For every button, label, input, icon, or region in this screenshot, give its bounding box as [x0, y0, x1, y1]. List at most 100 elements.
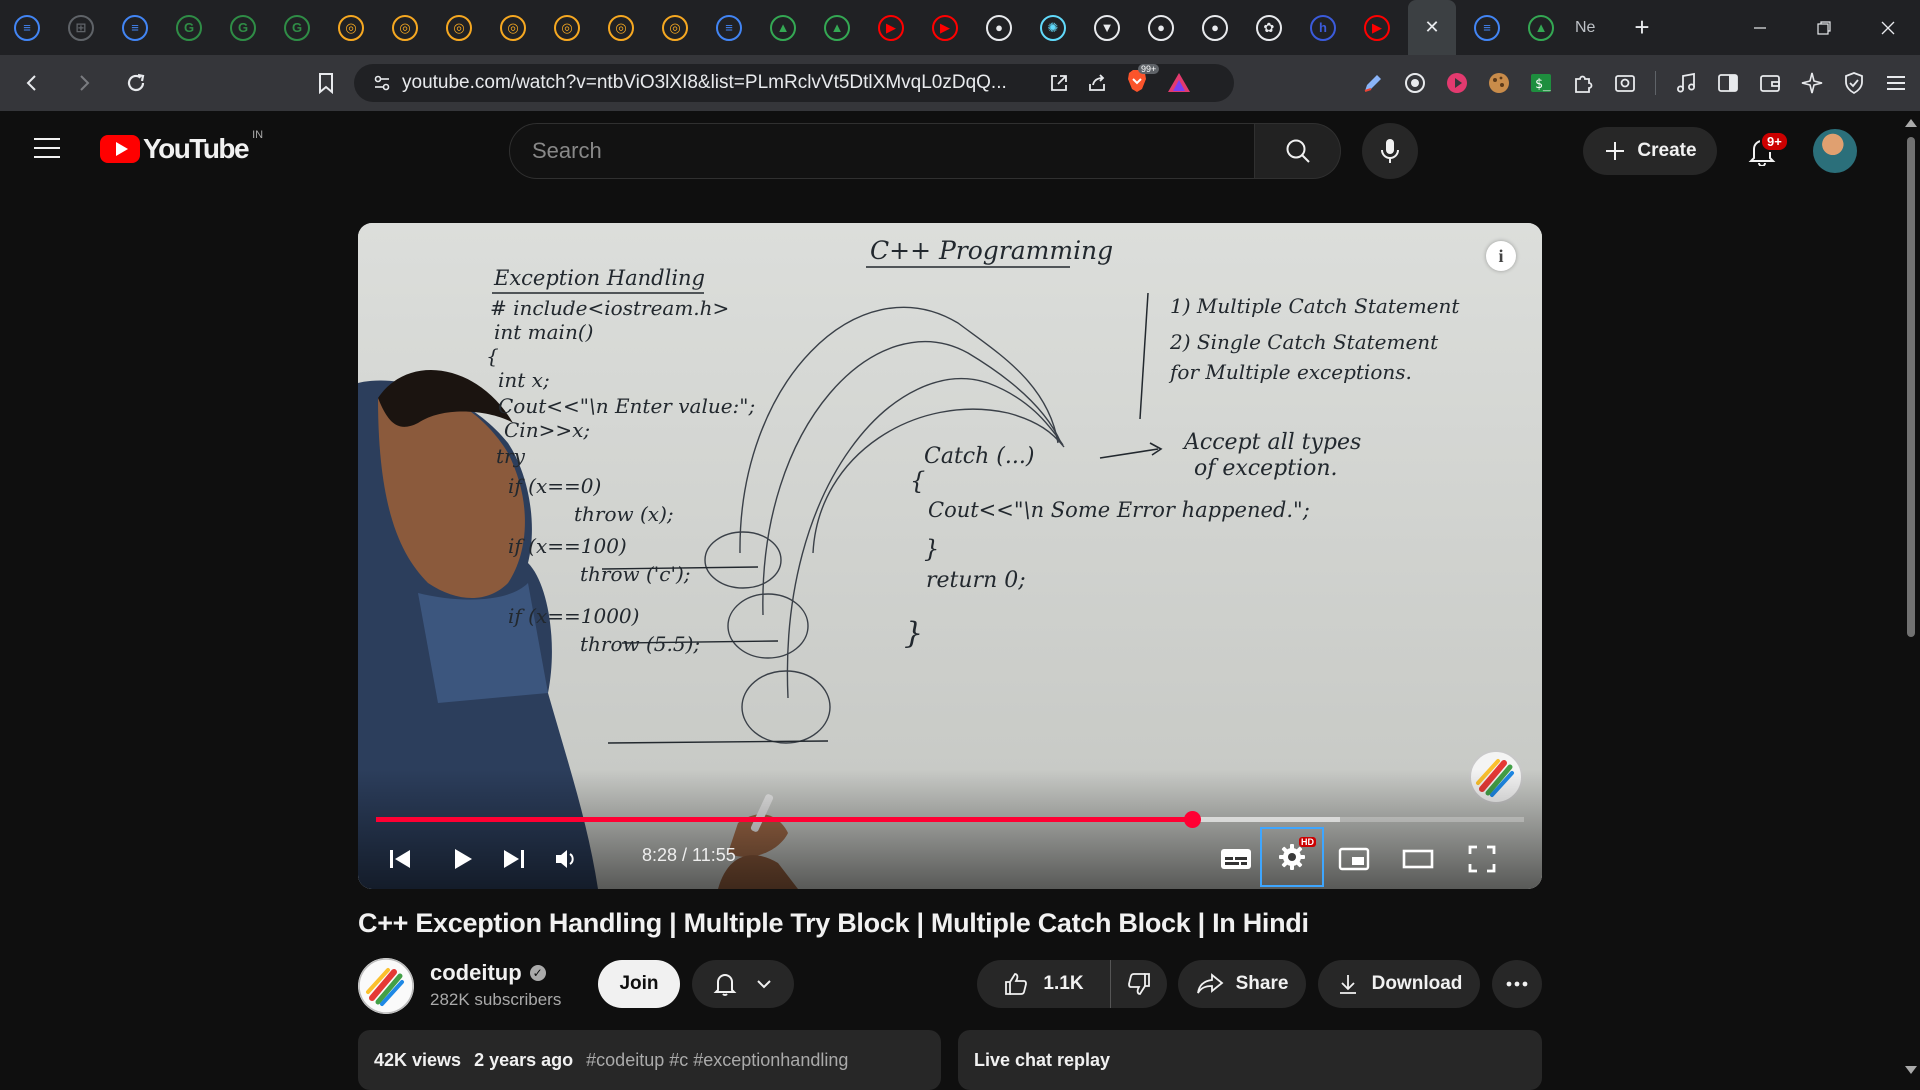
- ext-terminal[interactable]: $_: [1525, 63, 1557, 103]
- guide-menu-icon[interactable]: [34, 138, 60, 158]
- settings-button[interactable]: HD: [1260, 827, 1324, 887]
- new-tab-button[interactable]: +: [1622, 8, 1662, 48]
- hashtags[interactable]: #codeitup #c #exceptionhandling: [586, 1050, 848, 1070]
- browser-tab[interactable]: ▶: [1350, 0, 1404, 55]
- subtitles-button[interactable]: [1210, 833, 1262, 885]
- browser-tab[interactable]: ⊞: [54, 0, 108, 55]
- mute-button[interactable]: [540, 833, 592, 885]
- dislike-button[interactable]: [1111, 960, 1167, 1008]
- forward-button[interactable]: [64, 63, 104, 103]
- scroll-down-arrow-icon[interactable]: [1905, 1066, 1917, 1074]
- leo-ai-button[interactable]: [1796, 63, 1828, 103]
- share-page-icon[interactable]: [1086, 72, 1108, 94]
- ext-pen[interactable]: [1357, 63, 1389, 103]
- minimize-button[interactable]: [1728, 0, 1792, 55]
- browser-tab[interactable]: ●: [972, 0, 1026, 55]
- ext-screenshot[interactable]: [1609, 63, 1641, 103]
- join-button[interactable]: Join: [598, 960, 680, 1008]
- browser-tab[interactable]: ▶: [864, 0, 918, 55]
- play-button[interactable]: [436, 833, 488, 885]
- video-player[interactable]: C++ Programming Exception Handling # inc…: [358, 223, 1542, 889]
- youtube-logo[interactable]: YouTube IN: [100, 129, 263, 165]
- site-info-button[interactable]: [362, 73, 402, 93]
- like-button[interactable]: 1.1K: [977, 960, 1111, 1008]
- download-button[interactable]: Download: [1318, 960, 1480, 1008]
- browser-tab[interactable]: ✺: [1026, 0, 1080, 55]
- browser-tab[interactable]: G: [216, 0, 270, 55]
- back-button[interactable]: [12, 63, 52, 103]
- search-input[interactable]: [509, 123, 1255, 179]
- board-catch-note-2: of exception.: [1194, 456, 1338, 481]
- scroll-up-arrow-icon[interactable]: [1905, 119, 1917, 127]
- progress-bar[interactable]: [376, 811, 1524, 828]
- browser-tab[interactable]: ◎: [486, 0, 540, 55]
- media-button[interactable]: [1670, 63, 1702, 103]
- open-in-app-icon[interactable]: [1048, 72, 1070, 94]
- course-icon: ◎: [392, 14, 418, 41]
- more-actions-button[interactable]: [1492, 960, 1542, 1008]
- page-scrollbar[interactable]: [1902, 111, 1920, 1080]
- browser-tab[interactable]: ≡: [0, 0, 54, 55]
- browser-tab[interactable]: ●: [1188, 0, 1242, 55]
- bookmark-button[interactable]: [306, 63, 346, 103]
- info-card-icon[interactable]: i: [1486, 241, 1516, 271]
- description-box[interactable]: 42K views 2 years ago #codeitup #c #exce…: [358, 1030, 941, 1090]
- live-chat-replay-panel[interactable]: Live chat replay: [958, 1030, 1542, 1090]
- ext-player[interactable]: [1441, 63, 1473, 103]
- notifications-button[interactable]: 9+: [1738, 127, 1789, 175]
- search-button[interactable]: [1255, 123, 1341, 179]
- theater-mode-button[interactable]: [1392, 833, 1444, 885]
- previous-button[interactable]: [374, 833, 426, 885]
- browser-tab[interactable]: ◎: [432, 0, 486, 55]
- scrollbar-thumb[interactable]: [1907, 137, 1915, 637]
- restore-button[interactable]: [1792, 0, 1856, 55]
- active-tab[interactable]: ✕: [1408, 0, 1456, 55]
- browser-tab[interactable]: ▲: [810, 0, 864, 55]
- account-avatar[interactable]: [1813, 129, 1857, 173]
- board-code-line: if (x==0): [508, 474, 601, 498]
- browser-tab[interactable]: G: [162, 0, 216, 55]
- ext-puzzle[interactable]: [1567, 63, 1599, 103]
- create-button[interactable]: Create: [1583, 127, 1717, 175]
- browser-tab[interactable]: ◎: [324, 0, 378, 55]
- channel-name[interactable]: codeitup ✓: [430, 960, 546, 986]
- browser-tab[interactable]: ≡: [702, 0, 756, 55]
- fullscreen-button[interactable]: [1456, 833, 1508, 885]
- reload-button[interactable]: [116, 63, 156, 103]
- browser-tab[interactable]: ●: [1134, 0, 1188, 55]
- browser-tab[interactable]: ≡: [1460, 0, 1514, 55]
- browser-tab[interactable]: ◎: [594, 0, 648, 55]
- browser-tab[interactable]: ▶: [918, 0, 972, 55]
- browser-tab[interactable]: ◎: [540, 0, 594, 55]
- next-button[interactable]: [488, 833, 540, 885]
- browser-tab[interactable]: h: [1296, 0, 1350, 55]
- ext-cookie[interactable]: [1483, 63, 1515, 103]
- voice-search-button[interactable]: [1362, 123, 1418, 179]
- close-tab-icon[interactable]: ✕: [1424, 17, 1439, 38]
- brave-shields-button[interactable]: 99+: [1124, 63, 1160, 99]
- menu-button[interactable]: [1880, 63, 1912, 103]
- docs-icon: ≡: [14, 14, 40, 41]
- channel-row: codeitup ✓ 282K subscribers Join 1.1K Sh…: [358, 958, 1542, 1014]
- browser-tab[interactable]: ▲: [1514, 0, 1568, 55]
- brave-rewards-icon[interactable]: [1166, 70, 1192, 96]
- browser-tab[interactable]: ▲: [756, 0, 810, 55]
- vpn-button[interactable]: [1838, 63, 1870, 103]
- browser-tab[interactable]: ✿: [1242, 0, 1296, 55]
- browser-tab[interactable]: ▼: [1080, 0, 1134, 55]
- browser-tab[interactable]: ◎: [378, 0, 432, 55]
- subscription-bell-button[interactable]: [692, 960, 794, 1008]
- browser-tab[interactable]: ≡: [108, 0, 162, 55]
- address-bar[interactable]: youtube.com/watch?v=ntbViO3lXI8&list=PLm…: [354, 63, 1234, 102]
- share-button[interactable]: Share: [1178, 960, 1306, 1008]
- miniplayer-button[interactable]: [1328, 833, 1380, 885]
- ext-target[interactable]: [1399, 63, 1431, 103]
- close-window-button[interactable]: [1856, 0, 1920, 55]
- sidebar-button[interactable]: [1712, 63, 1744, 103]
- browser-tab[interactable]: G: [270, 0, 324, 55]
- wallet-button[interactable]: [1754, 63, 1786, 103]
- url-text[interactable]: youtube.com/watch?v=ntbViO3lXI8&list=PLm…: [402, 72, 1022, 94]
- channel-avatar[interactable]: [358, 958, 414, 1014]
- tab-new-page[interactable]: Ne: [1568, 0, 1622, 55]
- browser-tab[interactable]: ◎: [648, 0, 702, 55]
